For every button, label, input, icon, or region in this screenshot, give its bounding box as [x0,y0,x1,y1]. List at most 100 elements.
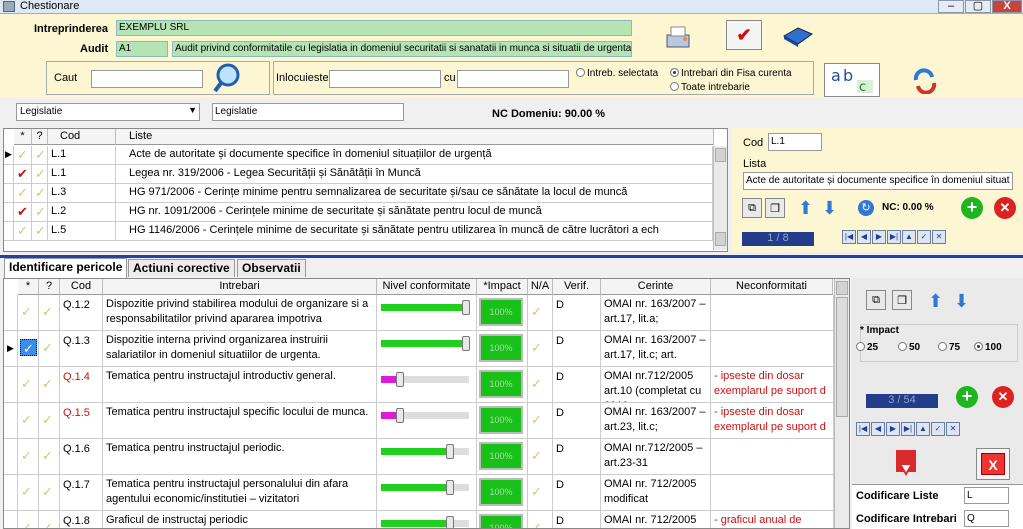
slider-handle[interactable] [462,300,470,315]
nav-up-button[interactable]: ▲ [916,422,930,436]
paste-icon[interactable]: ❐ [892,290,912,310]
row-star-check[interactable]: ✓ [18,295,39,330]
audit-description-field[interactable]: Audit privind conformitatile cu legislat… [172,41,632,57]
row-question-check[interactable]: ✓ [39,403,60,438]
row-na-check[interactable]: ✓ [528,403,553,438]
conformity-slider[interactable] [381,408,469,423]
col-na[interactable]: N/A [528,279,553,295]
slider-handle[interactable] [396,372,404,387]
tab-observatii[interactable]: Observatii [237,259,306,277]
col-cod[interactable]: Cod [48,129,116,145]
nav-prev-button[interactable]: ◀ [871,422,885,436]
impact-button[interactable]: 100% [479,298,523,326]
row-question-check[interactable]: ✓ [39,475,60,510]
nav-first-button[interactable]: |◀ [842,230,856,244]
nav-prev-button[interactable]: ◀ [857,230,871,244]
row-question-check[interactable]: ✓ [39,331,60,366]
table-row[interactable]: ✓ ✓ Q.1.8 Graficul de instructaj periodic 10… [4,511,834,528]
nav-last-button[interactable]: ▶| [901,422,915,436]
row-star-check[interactable]: ✓ [14,184,32,202]
row-question-check[interactable]: ✓ [39,439,60,474]
impact-button[interactable]: 100% [479,442,523,470]
list-item[interactable]: ✔ ✓ L.1 Legea nr. 319/2006 - Legea Securită… [4,165,713,184]
domain-text-field[interactable]: Legislatie [212,103,404,121]
conformity-slider[interactable] [381,336,470,351]
list-item[interactable]: ✔ ✓ L.2 HG nr. 1091/2006 - Cerințele minime… [4,203,713,222]
table-row[interactable]: ✓ ✓ Q.1.7 Tematica pentru instructajul pers… [4,475,834,511]
refresh-icon[interactable] [910,68,940,95]
copy-icon[interactable]: ⧉ [866,290,886,310]
table-row[interactable]: ✓ ✓ Q.1.4 Tematica pentru instructajul intr… [4,367,834,403]
row-na-check[interactable]: ✓ [528,295,553,330]
conformity-slider[interactable] [381,516,469,528]
validate-button[interactable]: ✔ [726,20,762,50]
replace-input[interactable] [329,70,441,88]
book-icon[interactable] [780,22,814,50]
nav-first-button[interactable]: |◀ [856,422,870,436]
col-question[interactable]: ? [39,279,60,295]
table-row[interactable]: ▶ ✓ ✓ Q.1.3 Dispozitie interna privind organ… [4,331,834,367]
export-pdf-icon[interactable] [890,446,922,478]
close-button[interactable]: X [992,0,1022,13]
audit-code-field[interactable]: A1 [116,41,168,57]
row-star-check[interactable]: ✓ [18,475,39,510]
table-row[interactable]: ✓ ✓ Q.1.2 Dispozitie privind stabilirea mod… [4,295,834,331]
col-neconformitati[interactable]: Neconformitati [711,279,833,295]
slider-handle[interactable] [396,408,404,423]
col-intrebari[interactable]: Intrebari [103,279,377,295]
tab-identificare-pericole[interactable]: Identificare pericole [4,258,128,278]
row-question-check[interactable]: ✓ [32,203,48,221]
move-down-icon[interactable]: ⬇ [822,199,837,217]
impact-button[interactable]: 100% [479,406,523,434]
recalculate-icon[interactable]: ↻ [858,200,874,216]
delete-question-button[interactable]: ✕ [992,386,1014,408]
lists-scrollbar[interactable] [713,146,727,250]
col-star[interactable]: * [14,129,32,145]
slider-handle[interactable] [446,480,454,495]
row-question-check[interactable]: ✓ [39,295,60,330]
minimize-button[interactable]: – [938,0,964,13]
slider-handle[interactable] [446,516,454,528]
search-input[interactable] [91,70,203,88]
row-na-check[interactable]: ✓ [528,331,553,366]
row-star-check[interactable]: ✓ [14,222,32,240]
nav-next-button[interactable]: ▶ [886,422,900,436]
printer-icon[interactable] [660,21,694,55]
impact-100[interactable]: 100 [974,342,1002,353]
domain-combo[interactable]: Legislatie ▼ [16,103,200,121]
row-na-check[interactable]: ✓ [528,439,553,474]
row-star-check[interactable]: ✔ [14,203,32,221]
codificare-liste-field[interactable]: L [964,487,1009,504]
row-star-check[interactable]: ✔ [14,165,32,183]
tab-actiuni-corective[interactable]: Actiuni corective [128,259,235,277]
nav-cancel-button[interactable]: ✕ [946,422,960,436]
nav-cancel-button[interactable]: ✕ [932,230,946,244]
impact-75[interactable]: 75 [938,342,960,353]
conformity-slider[interactable] [381,300,470,315]
table-row[interactable]: ✓ ✓ Q.1.6 Tematica pentru instructajul peri… [4,439,834,475]
slider-handle[interactable] [462,336,470,351]
conformity-slider[interactable] [381,480,469,495]
nav-up-button[interactable]: ▲ [902,230,916,244]
close-form-button[interactable]: X [976,448,1010,480]
list-item[interactable]: ✓ ✓ L.5 HG 1146/2006 - Cerințele minime de … [4,222,713,241]
nav-ok-button[interactable]: ✓ [917,230,931,244]
row-star-check[interactable]: ✓ [18,403,39,438]
col-verif[interactable]: Verif. [553,279,601,295]
nav-ok-button[interactable]: ✓ [931,422,945,436]
codificare-intrebari-field[interactable]: Q [964,510,1009,527]
questions-scrollbar[interactable] [834,279,849,528]
col-cerinte[interactable]: Cerinte [601,279,711,295]
col-impact[interactable]: *Impact [477,279,528,295]
copy-icon[interactable]: ⧉ [742,198,762,218]
add-list-button[interactable]: + [961,197,983,219]
impact-50[interactable]: 50 [898,342,920,353]
col-star[interactable]: * [18,279,39,295]
replace-text-button[interactable]: abc [824,63,880,97]
impact-button[interactable]: 100% [479,334,523,362]
radio-intrebari-fisa[interactable]: Intrebari din Fisa curenta [670,68,792,79]
magnifier-icon[interactable] [212,62,242,94]
row-star-check[interactable]: ✓ [18,439,39,474]
radio-intreb-selectata[interactable]: Intreb. selectata [576,68,658,79]
row-question-check[interactable]: ✓ [39,511,60,528]
